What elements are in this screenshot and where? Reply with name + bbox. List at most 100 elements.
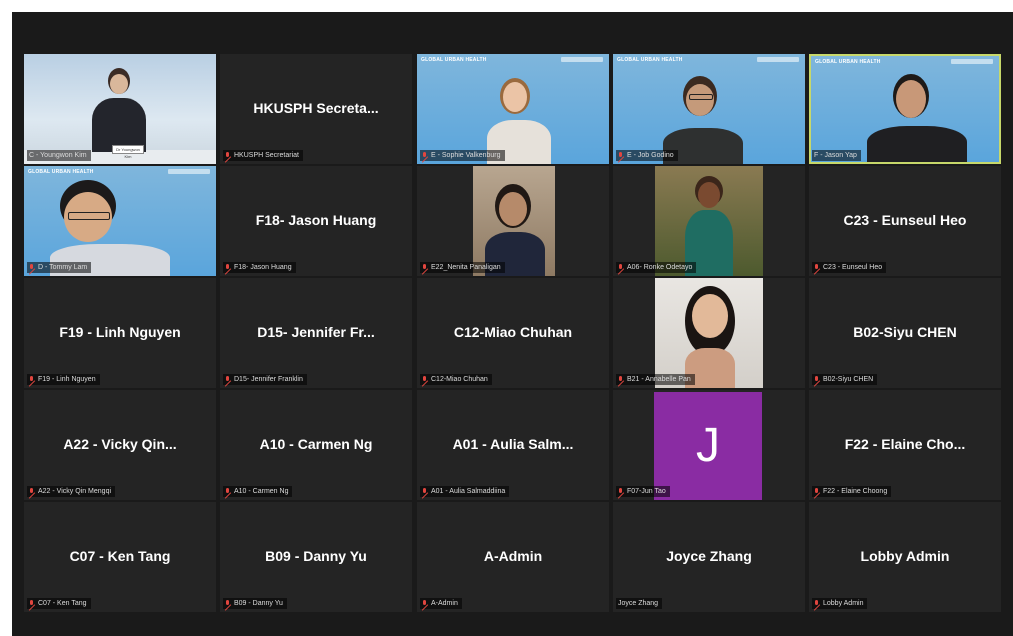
video-feed: GLOBAL URBAN HEALTH xyxy=(613,54,805,164)
muted-mic-icon xyxy=(618,375,624,384)
participant-name-tag: C - Youngwon Kim xyxy=(27,150,91,161)
participant-display-name: C07 - Ken Tang xyxy=(69,548,171,564)
muted-mic-icon xyxy=(618,263,624,272)
participant-tile[interactable]: B09 - Danny Yu B09 - Danny Yu xyxy=(220,502,412,612)
muted-mic-icon xyxy=(225,375,231,384)
participant-tile-active-speaker[interactable]: GLOBAL URBAN HEALTH F - Jason Yap xyxy=(809,54,1001,164)
avatar: J xyxy=(654,392,762,500)
participant-name-tag: C12-Miao Chuhan xyxy=(420,374,492,385)
participant-tile[interactable]: A01 - Aulia Salm... A01 - Aulia Salmaddi… xyxy=(417,390,609,500)
banner-text: GLOBAL URBAN HEALTH xyxy=(421,57,487,63)
participant-tile[interactable]: J F07-Jun Tao xyxy=(613,390,805,500)
muted-mic-icon xyxy=(422,151,428,160)
participant-tile[interactable]: C23 - Eunseul Heo C23 - Eunseul Heo xyxy=(809,166,1001,276)
participant-display-name: Lobby Admin xyxy=(860,548,950,564)
participant-display-name: B02-Siyu CHEN xyxy=(853,324,957,340)
participant-tile[interactable]: A06- Ronke Odetayo xyxy=(613,166,805,276)
participant-name-tag: C07 - Ken Tang xyxy=(27,598,91,609)
banner-text: GLOBAL URBAN HEALTH xyxy=(617,57,683,63)
sponsor-logo-icon xyxy=(561,57,603,62)
participant-name-tag: D15- Jennifer Franklin xyxy=(223,374,307,385)
video-feed: GLOBAL URBAN HEALTH xyxy=(417,54,609,164)
participant-display-name: C23 - Eunseul Heo xyxy=(843,212,967,228)
meeting-gallery-view: Dr Youngwon Kim C - Youngwon Kim HKUSPH … xyxy=(12,12,1013,636)
participant-tile[interactable]: GLOBAL URBAN HEALTH E - Sophie Valkenbur… xyxy=(417,54,609,164)
participant-name-tag: E - Job Godino xyxy=(616,150,678,161)
participant-tile[interactable]: GLOBAL URBAN HEALTH D - Tommy Lam xyxy=(24,166,216,276)
muted-mic-icon xyxy=(814,375,820,384)
participant-display-name: A10 - Carmen Ng xyxy=(259,436,373,452)
participant-name-tag: F - Jason Yap xyxy=(812,150,861,161)
muted-mic-icon xyxy=(29,487,35,496)
participant-display-name: A01 - Aulia Salm... xyxy=(452,436,574,452)
participant-tile[interactable]: A22 - Vicky Qin... A22 - Vicky Qin Mengq… xyxy=(24,390,216,500)
muted-mic-icon xyxy=(225,263,231,272)
participant-name-tag: F18- Jason Huang xyxy=(223,262,296,273)
muted-mic-icon xyxy=(814,487,820,496)
participant-display-name: C12-Miao Chuhan xyxy=(453,324,573,340)
participant-tile[interactable]: HKUSPH Secreta... HKUSPH Secretariat xyxy=(220,54,412,164)
muted-mic-icon xyxy=(29,375,35,384)
muted-mic-icon xyxy=(422,487,428,496)
sponsor-logo-icon xyxy=(168,169,210,174)
participant-tile[interactable]: D15- Jennifer Fr... D15- Jennifer Frankl… xyxy=(220,278,412,388)
participant-name-tag: F07-Jun Tao xyxy=(616,486,670,497)
participant-tile[interactable]: A10 - Carmen Ng A10 - Carmen Ng xyxy=(220,390,412,500)
participant-name-tag: A10 - Carmen Ng xyxy=(223,486,293,497)
participant-display-name: A22 - Vicky Qin... xyxy=(63,436,177,452)
participant-name-tag: B02-Siyu CHEN xyxy=(812,374,878,385)
participant-name-tag: Lobby Admin xyxy=(812,598,868,609)
participant-name-tag: Joyce Zhang xyxy=(616,598,663,609)
participant-name-tag: E - Sophie Valkenburg xyxy=(420,150,505,161)
video-feed: GLOBAL URBAN HEALTH xyxy=(811,56,999,162)
participant-tile[interactable]: B21 - Annabelle Pan xyxy=(613,278,805,388)
participant-display-name: Joyce Zhang xyxy=(666,548,752,564)
participant-display-name: HKUSPH Secreta... xyxy=(253,100,379,116)
banner-text: GLOBAL URBAN HEALTH xyxy=(28,169,94,175)
participant-display-name: F22 - Elaine Cho... xyxy=(844,436,966,452)
participant-name-tag: A-Admin xyxy=(420,598,462,609)
banner-text: GLOBAL URBAN HEALTH xyxy=(815,59,881,65)
participant-tile[interactable]: Lobby Admin Lobby Admin xyxy=(809,502,1001,612)
participant-tile[interactable]: F18- Jason Huang F18- Jason Huang xyxy=(220,166,412,276)
video-feed xyxy=(655,166,763,276)
participant-tile[interactable]: B02-Siyu CHEN B02-Siyu CHEN xyxy=(809,278,1001,388)
participant-tile[interactable]: E22_Nenita Panaligan xyxy=(417,166,609,276)
participant-display-name: F19 - Linh Nguyen xyxy=(59,324,181,340)
participant-tile[interactable]: C12-Miao Chuhan C12-Miao Chuhan xyxy=(417,278,609,388)
participant-display-name: D15- Jennifer Fr... xyxy=(257,324,375,340)
muted-mic-icon xyxy=(29,263,35,272)
muted-mic-icon xyxy=(29,599,35,608)
participant-display-name: B09 - Danny Yu xyxy=(265,548,367,564)
participant-display-name: A-Admin xyxy=(483,548,543,564)
sponsor-logo-icon xyxy=(951,59,993,64)
participant-tile[interactable]: F19 - Linh Nguyen F19 - Linh Nguyen xyxy=(24,278,216,388)
participant-tile[interactable]: GLOBAL URBAN HEALTH E - Job Godino xyxy=(613,54,805,164)
muted-mic-icon xyxy=(814,263,820,272)
desk-sign: Dr Youngwon Kim xyxy=(112,145,144,159)
muted-mic-icon xyxy=(225,487,231,496)
participant-name-tag: B09 - Danny Yu xyxy=(223,598,287,609)
participant-tile[interactable]: Dr Youngwon Kim C - Youngwon Kim xyxy=(24,54,216,164)
participant-tile[interactable]: Joyce Zhang Joyce Zhang xyxy=(613,502,805,612)
muted-mic-icon xyxy=(618,487,624,496)
participant-name-tag: F19 - Linh Nguyen xyxy=(27,374,100,385)
participant-name-tag: B21 - Annabelle Pan xyxy=(616,374,695,385)
participant-name-tag: A01 - Aulia Salmaddiina xyxy=(420,486,510,497)
participant-name-tag: A22 - Vicky Qin Mengqi xyxy=(27,486,116,497)
video-feed xyxy=(473,166,555,276)
participant-tile[interactable]: C07 - Ken Tang C07 - Ken Tang xyxy=(24,502,216,612)
participant-name-tag: A06- Ronke Odetayo xyxy=(616,262,697,273)
participant-name-tag: E22_Nenita Panaligan xyxy=(420,262,505,273)
video-feed: GLOBAL URBAN HEALTH xyxy=(24,166,216,276)
participant-name-tag: F22 - Elaine Choong xyxy=(812,486,892,497)
participant-name-tag: C23 - Eunseul Heo xyxy=(812,262,887,273)
participant-tile[interactable]: A-Admin A-Admin xyxy=(417,502,609,612)
participant-display-name: F18- Jason Huang xyxy=(255,212,377,228)
participant-tile[interactable]: F22 - Elaine Cho... F22 - Elaine Choong xyxy=(809,390,1001,500)
muted-mic-icon xyxy=(422,599,428,608)
sponsor-logo-icon xyxy=(757,57,799,62)
muted-mic-icon xyxy=(225,599,231,608)
participant-name-tag: HKUSPH Secretariat xyxy=(223,150,303,161)
video-feed: Dr Youngwon Kim xyxy=(24,54,216,164)
